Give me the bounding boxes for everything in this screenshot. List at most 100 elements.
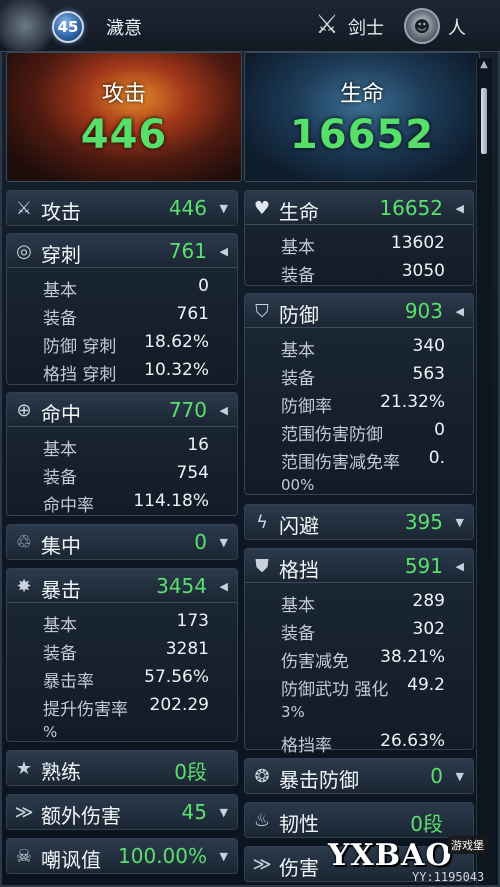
- human-portrait-icon: ☻: [404, 8, 440, 44]
- stat-label: 格挡: [279, 558, 319, 582]
- stat-extra-damage[interactable]: ≫ 额外伤害 45 ▼: [6, 794, 238, 830]
- attack-hero-panel: 攻击 446: [6, 52, 242, 182]
- stat-attack[interactable]: ⚔ 攻击 446 ▼: [6, 190, 238, 226]
- stat-value: 395: [404, 510, 443, 534]
- detail-value: 289: [412, 591, 445, 611]
- stat-value: 770: [168, 398, 207, 422]
- stat-value: 446: [168, 196, 207, 220]
- stat-label: 暴击: [41, 578, 81, 602]
- stat-detail-list: 基本 340 装备 563 防御率 21.32% 范围伤害防御 0 范围伤害减免…: [245, 332, 473, 500]
- stat-evasion[interactable]: ϟ 闪避 395 ▼: [244, 504, 474, 540]
- detail-value: 57.56%: [144, 667, 209, 687]
- chevron-down-icon[interactable]: ▼: [220, 536, 228, 549]
- detail-row: 格挡 穿刺 10.32%: [7, 356, 237, 385]
- detail-label: 3%: [281, 703, 305, 721]
- scrollbar-thumb[interactable]: [481, 88, 487, 154]
- stat-threat[interactable]: ☠ 嘲讽值 100.00% ▼: [6, 838, 238, 874]
- detail-row: 00%: [245, 472, 473, 500]
- detail-value: 38.21%: [380, 647, 445, 667]
- detail-value: 340: [412, 336, 445, 356]
- detail-value: 16: [187, 435, 209, 455]
- lightning-icon: ϟ: [256, 511, 268, 533]
- stat-label: 伤害: [279, 856, 319, 880]
- chevron-left-icon[interactable]: ◀: [456, 202, 464, 215]
- chevron-left-icon[interactable]: ◀: [220, 580, 228, 593]
- stat-detail-list: 基本 13602 装备 3050: [245, 229, 473, 286]
- heart-icon: ♥: [253, 197, 271, 219]
- chevron-down-icon[interactable]: ▼: [220, 850, 228, 863]
- stat-label: 穿刺: [41, 243, 81, 267]
- stat-accuracy: ⊕ 命中 770 ◀ 基本 16 装备 754 命中率 114.18%: [6, 392, 238, 516]
- detail-label: 范围伤害防御: [281, 425, 383, 445]
- detail-label: 基本: [281, 341, 315, 361]
- stat-value: 45: [181, 800, 207, 824]
- chevron-down-icon[interactable]: ▼: [220, 806, 228, 819]
- detail-row: %: [7, 719, 237, 747]
- chevron-down-icon[interactable]: ▼: [456, 516, 464, 529]
- star-icon: ★: [15, 757, 33, 779]
- detail-label: 装备: [43, 309, 77, 329]
- stat-accuracy-header[interactable]: ⊕ 命中 770 ◀: [7, 393, 237, 427]
- detail-value: 0.: [428, 448, 445, 468]
- detail-value: 302: [412, 619, 445, 639]
- stat-value: 761: [168, 239, 207, 263]
- stat-block: ⛊ 格挡 591 ◀ 基本 289 装备 302 伤害减免 38.21% 防御武…: [244, 548, 474, 756]
- stat-mastery[interactable]: ★ 熟练 0段: [6, 750, 238, 786]
- stat-defense-header[interactable]: ⛉ 防御 903 ◀: [245, 294, 473, 328]
- character-name: 濊意: [106, 18, 142, 39]
- detail-row: 防御率 21.32%: [245, 388, 473, 417]
- detail-value: 202.29: [149, 695, 209, 715]
- detail-label: 暴击率: [43, 672, 94, 692]
- stat-critical: ✸ 暴击 3454 ◀ 基本 173 装备 3281 暴击率 57.56% 提升…: [6, 568, 238, 742]
- chevron-down-icon[interactable]: ▼: [220, 202, 228, 215]
- stat-block-header[interactable]: ⛊ 格挡 591 ◀: [245, 549, 473, 583]
- level-badge: 45: [52, 11, 84, 43]
- stat-value: 0段: [174, 760, 207, 784]
- stat-crit-defense[interactable]: ❂ 暴击防御 0 ▼: [244, 758, 474, 794]
- stat-detail-list: 基本 0 装备 761 防御 穿刺 18.62% 格挡 穿刺 10.32%: [7, 272, 237, 385]
- crosshair-icon: ⊕: [16, 399, 32, 421]
- detail-value: 173: [176, 611, 209, 631]
- detail-label: 防御率: [281, 397, 332, 417]
- health-hero-panel: 生命 16652: [244, 52, 480, 182]
- stat-critical-header[interactable]: ✸ 暴击 3454 ◀: [7, 569, 237, 603]
- detail-row: 装备 3050: [245, 257, 473, 286]
- shield-icon: ⛉: [255, 300, 269, 322]
- detail-row: 格挡率 26.63%: [245, 727, 473, 756]
- skull-icon: ☠: [15, 845, 33, 867]
- stat-detail-list: 基本 289 装备 302 伤害减免 38.21% 防御武功 强化 49.2 3…: [245, 587, 473, 756]
- stat-value: 0: [430, 764, 443, 788]
- chevron-left-icon[interactable]: ◀: [456, 305, 464, 318]
- stat-concentration[interactable]: ♲ 集中 0 ▼: [6, 524, 238, 560]
- stat-damage-reduction[interactable]: ≫ 伤害: [244, 846, 474, 882]
- chevron-left-icon[interactable]: ◀: [220, 404, 228, 417]
- detail-label: 命中率: [43, 496, 94, 516]
- stat-value: 0段: [410, 812, 443, 836]
- scroll-up-arrow-icon[interactable]: ▲: [479, 60, 489, 70]
- attack-hero-title: 攻击: [101, 82, 146, 107]
- detail-row: 范围伤害减免率 0.: [245, 444, 473, 473]
- detail-label: 基本: [43, 616, 77, 636]
- detail-value: 754: [176, 463, 209, 483]
- concentration-icon: ♲: [15, 531, 33, 553]
- stat-value: 0: [194, 530, 207, 554]
- stat-pierce-header[interactable]: ◎ 穿刺 761 ◀: [7, 234, 237, 268]
- detail-label: 装备: [43, 468, 77, 488]
- detail-label: 范围伤害减免率: [281, 453, 400, 473]
- scrollbar[interactable]: [476, 58, 492, 884]
- chevron-left-icon[interactable]: ◀: [456, 560, 464, 573]
- detail-label: 装备: [281, 369, 315, 389]
- chevron-down-icon[interactable]: ▼: [456, 770, 464, 783]
- stat-defense: ⛉ 防御 903 ◀ 基本 340 装备 563 防御率 21.32% 范围伤害…: [244, 293, 474, 495]
- dragon-emblem-icon: [0, 0, 60, 52]
- chevron-left-icon[interactable]: ◀: [220, 245, 228, 258]
- detail-label: 伤害减免: [281, 652, 349, 672]
- crossed-swords-icon: ⚔: [315, 10, 339, 40]
- damage-reduction-icon: ≫: [252, 853, 272, 875]
- stat-label: 韧性: [279, 812, 319, 836]
- stat-toughness[interactable]: ♨ 韧性 0段: [244, 802, 474, 838]
- health-hero-title: 生命: [339, 82, 384, 107]
- stat-health-header[interactable]: ♥ 生命 16652 ◀: [245, 191, 473, 225]
- stat-label: 集中: [41, 534, 81, 558]
- detail-label: 装备: [43, 644, 77, 664]
